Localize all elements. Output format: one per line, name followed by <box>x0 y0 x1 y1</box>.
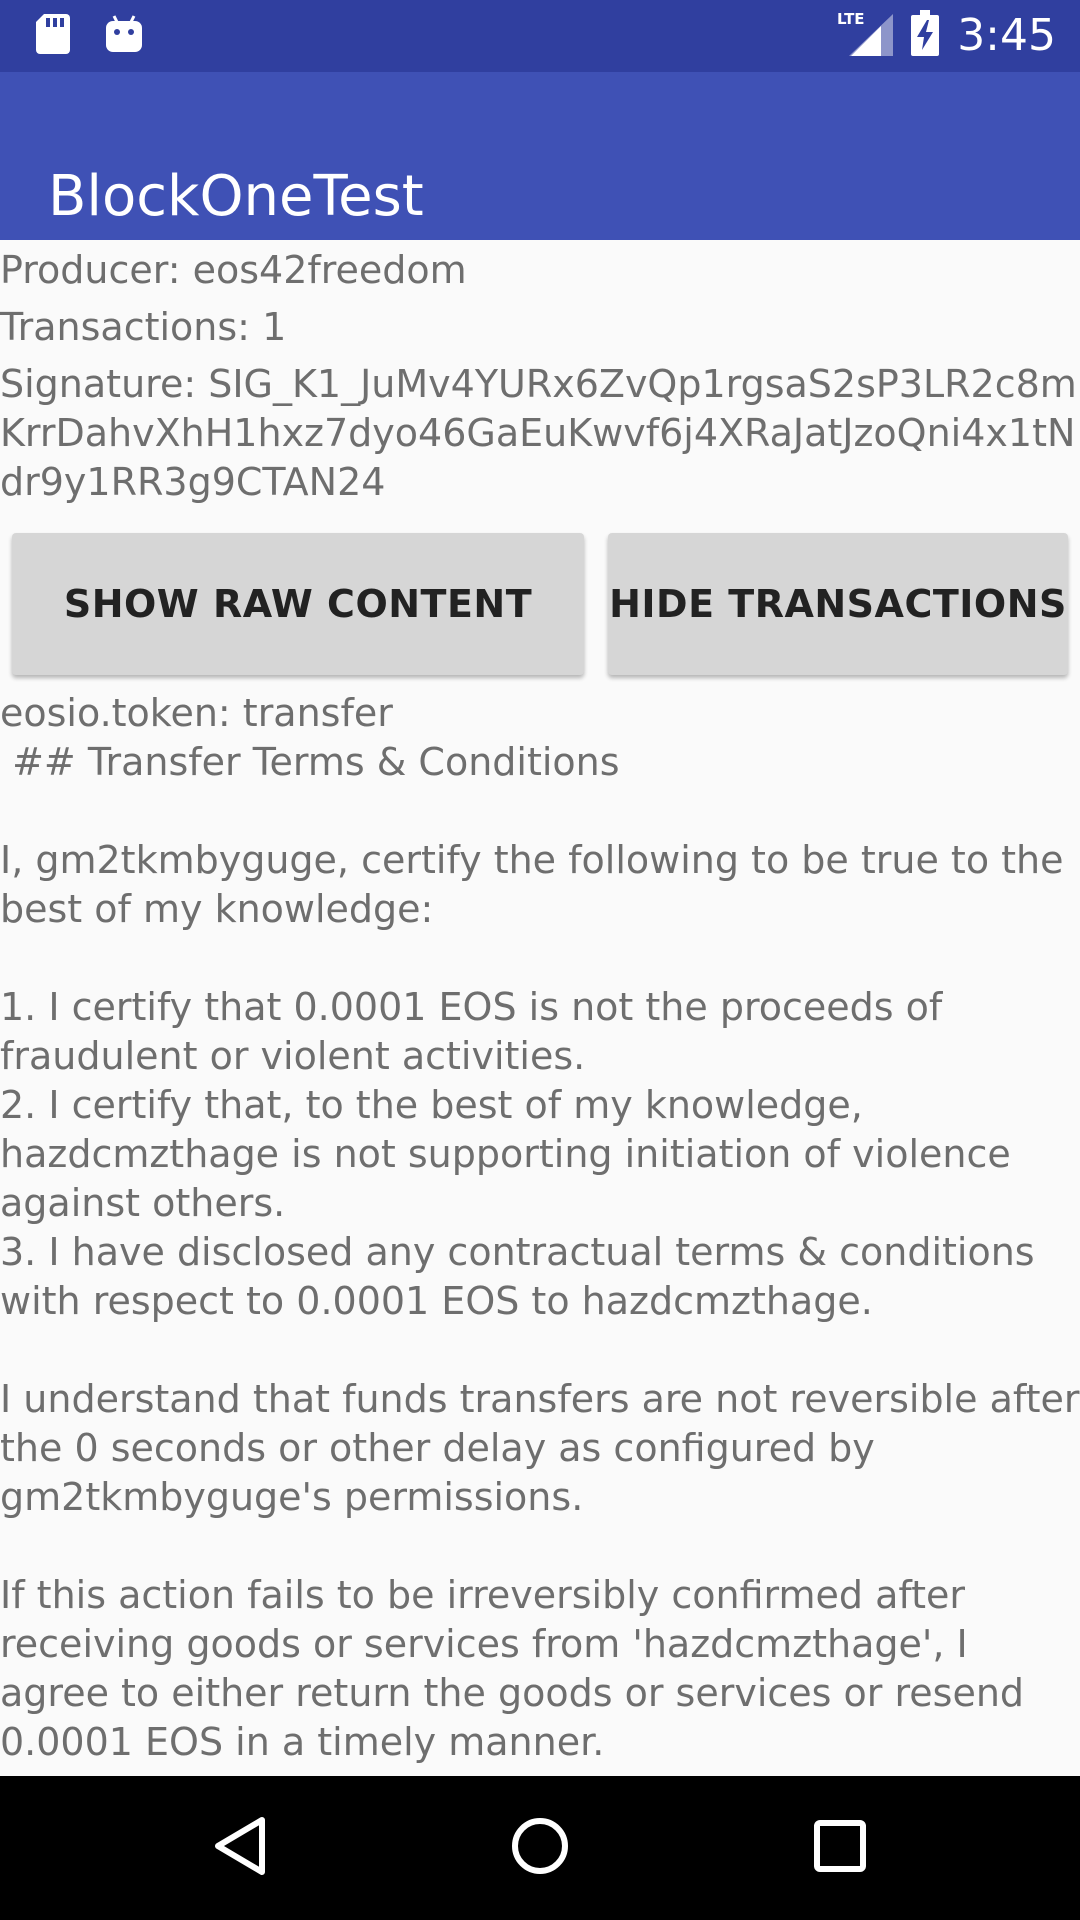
action-button-row: SHOW RAW CONTENT HIDE TRANSACTIONS <box>0 519 1080 685</box>
status-right-icons: LTE 3:45 <box>837 10 1056 61</box>
transactions-count-text: Transactions: 1 <box>0 305 287 349</box>
home-button[interactable] <box>490 1798 590 1898</box>
transaction-text: eosio.token: transfer ## Transfer Terms … <box>0 691 1080 1764</box>
show-raw-content-button[interactable]: SHOW RAW CONTENT <box>12 533 584 675</box>
status-clock: 3:45 <box>957 10 1056 61</box>
home-icon <box>510 1816 570 1881</box>
sd-card-icon <box>36 14 70 59</box>
svg-text:LTE: LTE <box>837 10 865 28</box>
lte-signal-icon: LTE <box>837 10 894 61</box>
app-bar: BlockOneTest <box>0 72 1080 240</box>
battery-charging-icon <box>911 10 940 61</box>
status-bar: LTE 3:45 <box>0 0 1080 72</box>
back-button[interactable] <box>190 1798 290 1898</box>
block-details[interactable]: Producer: eos42freedom Transactions: 1 S… <box>0 240 1080 1776</box>
recents-button[interactable] <box>790 1798 890 1898</box>
status-left-icons <box>36 14 142 59</box>
navigation-bar <box>0 1776 1080 1920</box>
producer-text: Producer: eos42freedom <box>0 248 467 292</box>
signature-text: Signature: SIG_K1_JuMv4YURx6ZvQp1rgsaS2s… <box>0 362 1077 504</box>
back-icon <box>212 1816 268 1881</box>
android-icon <box>106 14 142 59</box>
hide-transactions-button[interactable]: HIDE TRANSACTIONS <box>608 533 1068 675</box>
recents-icon <box>812 1818 868 1879</box>
app-title: BlockOneTest <box>48 163 424 229</box>
